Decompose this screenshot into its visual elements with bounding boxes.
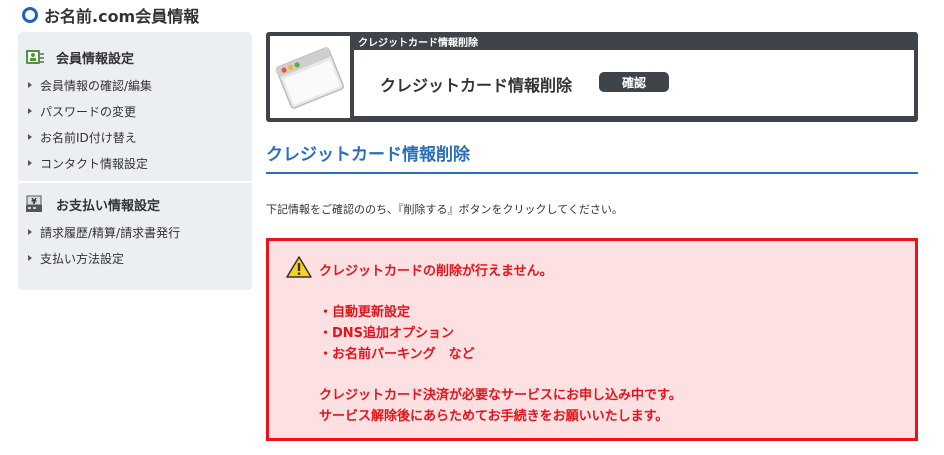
svg-text:¥: ¥	[31, 197, 37, 206]
alert-item: ・DNS追加オプション	[319, 326, 455, 341]
warning-icon	[286, 256, 312, 282]
sidebar-heading-payment: ¥ お支払い情報設定	[18, 189, 252, 219]
header-content: クレジットカード情報削除 確認	[354, 50, 914, 116]
sidebar-item-label: お名前ID付け替え	[40, 130, 137, 145]
alert-title: クレジットカードの削除が行えません。	[319, 264, 553, 279]
section-title: クレジットカード情報削除	[266, 145, 470, 165]
header-title: クレジットカード情報削除	[380, 76, 573, 95]
sidebar-item-payment-method[interactable]: 支払い方法設定	[18, 245, 252, 271]
yen-register-icon: ¥	[24, 194, 46, 214]
sidebar-item-contact[interactable]: コンタクト情報設定	[18, 150, 252, 176]
sidebar-item-label: 請求履歴/精算/請求書発行	[40, 225, 181, 240]
triangle-bullet-icon	[28, 229, 32, 235]
alert-message: クレジットカード決済が必要なサービスにお申し込み中です。	[319, 388, 682, 403]
alert-item: ・自動更新設定	[319, 305, 411, 320]
step-header: クレジットカード情報削除 クレジットカード情報削除 確認	[266, 32, 918, 122]
triangle-bullet-icon	[28, 255, 32, 261]
section-underline	[266, 172, 918, 174]
triangle-bullet-icon	[28, 82, 32, 88]
sidebar-heading-label: お支払い情報設定	[56, 198, 161, 214]
sidebar-item-id-transfer[interactable]: お名前ID付け替え	[18, 124, 252, 150]
sidebar-item-billing-history[interactable]: 請求履歴/精算/請求書発行	[18, 219, 252, 245]
sidebar-section-member: 会員情報設定 会員情報の確認/編集 パスワードの変更 お名前ID付け替え コンタ…	[18, 42, 252, 176]
step-badge: 確認	[599, 72, 669, 92]
header-icon-box	[270, 36, 350, 118]
error-alert: クレジットカードの削除が行えません。 ・自動更新設定 ・DNS追加オプション ・…	[266, 238, 918, 441]
browser-window-icon	[275, 47, 345, 109]
member-card-icon	[24, 47, 46, 67]
alert-item: ・お名前パーキング など	[319, 347, 475, 362]
sidebar-section-payment: ¥ お支払い情報設定 請求履歴/精算/請求書発行 支払い方法設定	[18, 189, 252, 271]
sidebar-item-password[interactable]: パスワードの変更	[18, 98, 252, 124]
triangle-bullet-icon	[28, 160, 32, 166]
sidebar-item-label: 支払い方法設定	[40, 251, 125, 266]
page-title-text: お名前.com会員情報	[44, 7, 200, 26]
header-label: クレジットカード情報削除	[358, 38, 478, 49]
sidebar-item-label: 会員情報の確認/編集	[40, 78, 153, 93]
circle-bullet-icon	[22, 7, 38, 23]
sidebar-item-profile-edit[interactable]: 会員情報の確認/編集	[18, 72, 252, 98]
alert-message: サービス解除後にあらためてお手続きをお願いいたします。	[319, 409, 669, 424]
instruction-text: 下記情報をご確認ののち、『削除する』ボタンをクリックしてください。	[266, 203, 623, 216]
sidebar-heading-label: 会員情報設定	[56, 51, 135, 67]
sidebar-divider	[18, 181, 252, 183]
sidebar: 会員情報設定 会員情報の確認/編集 パスワードの変更 お名前ID付け替え コンタ…	[18, 32, 252, 290]
page-title: お名前.com会員情報	[22, 4, 199, 26]
sidebar-heading-member: 会員情報設定	[18, 42, 252, 72]
triangle-bullet-icon	[28, 134, 32, 140]
sidebar-item-label: パスワードの変更	[40, 104, 137, 119]
triangle-bullet-icon	[28, 108, 32, 114]
sidebar-item-label: コンタクト情報設定	[40, 156, 149, 171]
